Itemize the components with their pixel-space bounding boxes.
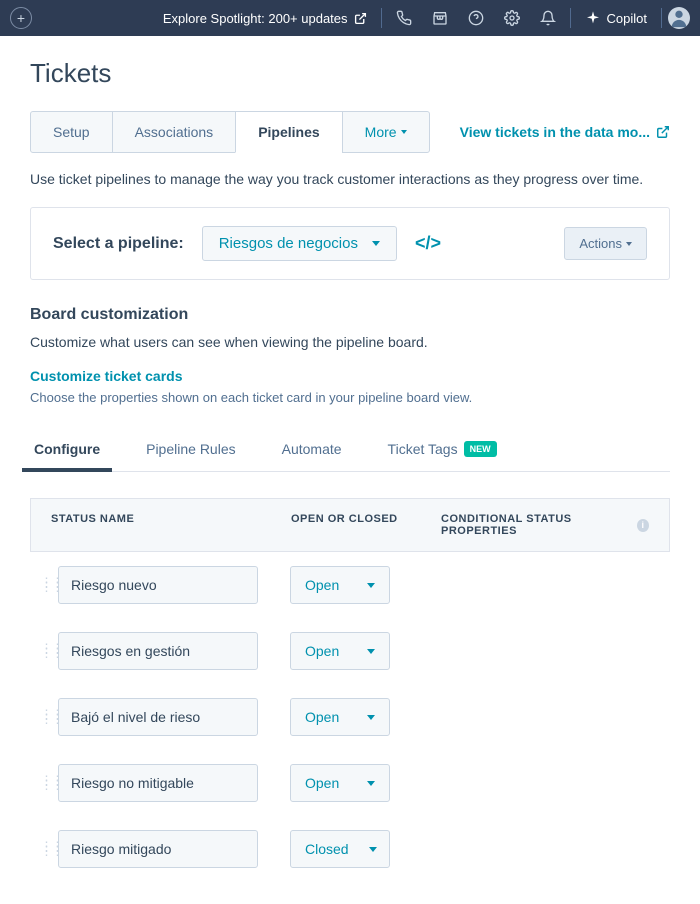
table-row: ⋮⋮⋮⋮ Open <box>30 750 670 816</box>
sparkle-icon <box>585 10 601 26</box>
status-select[interactable]: Open <box>290 764 390 802</box>
customize-cards-desc: Choose the properties shown on each tick… <box>30 390 670 405</box>
subtabs: Configure Pipeline Rules Automate Ticket… <box>30 433 670 472</box>
drag-handle-icon[interactable]: ⋮⋮⋮⋮ <box>40 845 48 853</box>
status-value: Open <box>305 775 339 791</box>
status-table: STATUS NAME OPEN OR CLOSED CONDITIONAL S… <box>30 498 670 882</box>
status-select[interactable]: Open <box>290 566 390 604</box>
status-value: Open <box>305 643 339 659</box>
pipeline-select[interactable]: Riesgos de negocios <box>202 226 397 261</box>
spotlight-text: Explore Spotlight: 200+ updates <box>163 11 348 26</box>
divider <box>381 8 382 28</box>
tab-setup[interactable]: Setup <box>30 111 113 153</box>
notifications-icon[interactable] <box>532 2 564 34</box>
status-select[interactable]: Open <box>290 632 390 670</box>
drag-handle-icon[interactable]: ⋮⋮⋮⋮ <box>40 713 48 721</box>
status-name-input[interactable] <box>58 698 258 736</box>
main-content: Tickets Setup Associations Pipelines Mor… <box>0 36 700 904</box>
chevron-down-icon <box>401 130 407 134</box>
new-badge: NEW <box>464 441 497 457</box>
pipeline-label: Select a pipeline: <box>53 235 184 253</box>
chevron-down-icon <box>626 242 632 246</box>
status-select[interactable]: Open <box>290 698 390 736</box>
board-customization-title: Board customization <box>30 306 670 324</box>
header-conditional-text: CONDITIONAL STATUS PROPERTIES <box>441 513 633 537</box>
external-link-icon <box>354 12 367 25</box>
copilot-button[interactable]: Copilot <box>577 10 655 26</box>
marketplace-icon[interactable] <box>424 2 456 34</box>
subtab-pipeline-rules[interactable]: Pipeline Rules <box>142 433 240 471</box>
divider <box>570 8 571 28</box>
header-status-name: STATUS NAME <box>51 513 291 537</box>
drag-handle-icon[interactable]: ⋮⋮⋮⋮ <box>40 647 48 655</box>
tab-pipelines[interactable]: Pipelines <box>235 111 342 153</box>
actions-button[interactable]: Actions <box>564 227 647 260</box>
drag-handle-icon[interactable]: ⋮⋮⋮⋮ <box>40 779 48 787</box>
spotlight-link[interactable]: Explore Spotlight: 200+ updates <box>163 11 367 26</box>
table-row: ⋮⋮⋮⋮ Closed <box>30 816 670 882</box>
tab-more[interactable]: More <box>342 111 430 153</box>
code-icon[interactable]: </> <box>415 233 441 254</box>
status-value: Open <box>305 577 339 593</box>
header-open-closed: OPEN OR CLOSED <box>291 513 441 537</box>
avatar[interactable] <box>668 7 690 29</box>
table-row: ⋮⋮⋮⋮ Open <box>30 684 670 750</box>
status-name-input[interactable] <box>58 566 258 604</box>
chevron-down-icon <box>372 241 380 246</box>
table-row: ⋮⋮⋮⋮ Open <box>30 618 670 684</box>
settings-icon[interactable] <box>496 2 528 34</box>
page-description: Use ticket pipelines to manage the way y… <box>30 171 670 187</box>
board-customization-desc: Customize what users can see when viewin… <box>30 334 670 350</box>
tab-associations[interactable]: Associations <box>112 111 237 153</box>
top-banner: + Explore Spotlight: 200+ updates Copilo… <box>0 0 700 36</box>
divider <box>661 8 662 28</box>
chevron-down-icon <box>367 781 375 786</box>
subtab-configure[interactable]: Configure <box>30 433 104 471</box>
subtab-tags-label: Ticket Tags <box>388 441 458 457</box>
tab-more-label: More <box>365 124 397 140</box>
customize-cards-link[interactable]: Customize ticket cards <box>30 368 670 384</box>
chevron-down-icon <box>369 847 377 852</box>
pipeline-selector-box: Select a pipeline: Riesgos de negocios <… <box>30 207 670 280</box>
status-value: Closed <box>305 841 349 857</box>
actions-label: Actions <box>579 236 622 251</box>
drag-handle-icon[interactable]: ⋮⋮⋮⋮ <box>40 581 48 589</box>
view-data-model-link[interactable]: View tickets in the data mo... <box>460 124 670 140</box>
pipeline-selected: Riesgos de negocios <box>219 235 358 252</box>
chevron-down-icon <box>367 715 375 720</box>
status-name-input[interactable] <box>58 632 258 670</box>
copilot-label: Copilot <box>607 11 647 26</box>
help-icon[interactable] <box>460 2 492 34</box>
external-link-icon <box>656 125 670 139</box>
table-header: STATUS NAME OPEN OR CLOSED CONDITIONAL S… <box>30 498 670 552</box>
page-title: Tickets <box>30 58 670 89</box>
subtab-automate[interactable]: Automate <box>278 433 346 471</box>
status-name-input[interactable] <box>58 764 258 802</box>
header-conditional: CONDITIONAL STATUS PROPERTIES i <box>441 513 649 537</box>
table-row: ⋮⋮⋮⋮ Open <box>30 552 670 618</box>
status-name-input[interactable] <box>58 830 258 868</box>
chevron-down-icon <box>367 583 375 588</box>
subtab-ticket-tags[interactable]: Ticket Tags NEW <box>384 433 501 471</box>
add-button[interactable]: + <box>10 7 32 29</box>
status-select[interactable]: Closed <box>290 830 390 868</box>
chevron-down-icon <box>367 649 375 654</box>
tabs: Setup Associations Pipelines More View t… <box>30 111 670 153</box>
status-value: Open <box>305 709 339 725</box>
phone-icon[interactable] <box>388 2 420 34</box>
info-icon[interactable]: i <box>637 519 649 532</box>
data-link-text: View tickets in the data mo... <box>460 124 650 140</box>
